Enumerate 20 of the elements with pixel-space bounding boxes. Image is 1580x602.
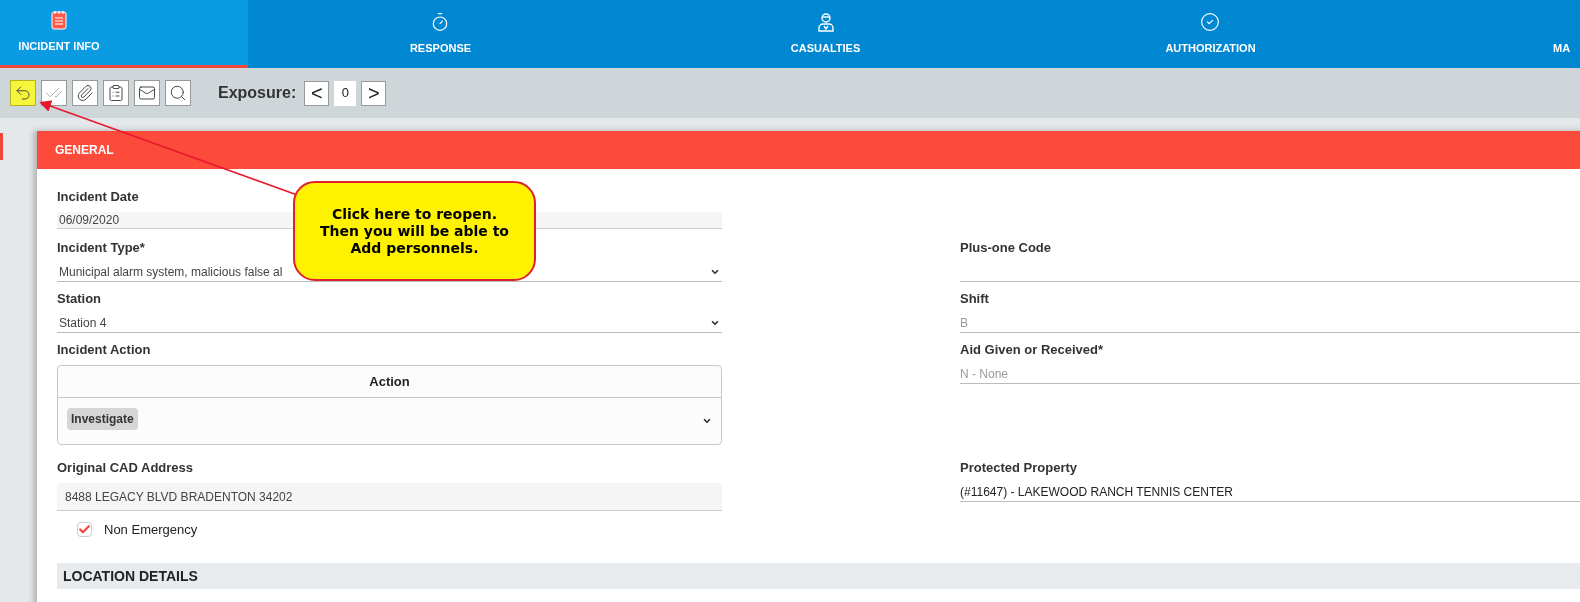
field-label: Original CAD Address <box>57 460 194 475</box>
field-label: Protected Property <box>960 460 1078 475</box>
field-label: Incident Date <box>57 189 139 204</box>
field-label: Incident Action <box>57 342 151 357</box>
checkbox-label: Non Emergency <box>104 521 198 539</box>
callout-text: Add personnels. <box>350 239 479 257</box>
callout-text: Then you will be able to <box>320 222 509 240</box>
exposure-value: 0 <box>334 80 357 106</box>
section-header: LOCATION DETAILS <box>57 563 1580 589</box>
section-header: GENERAL <box>37 131 1580 169</box>
field-label: Station <box>57 291 102 306</box>
field-label: Shift <box>960 291 989 306</box>
column-header: Action <box>58 366 721 398</box>
text-field: N - None <box>960 365 1580 384</box>
field-label: Incident Type* <box>57 240 145 255</box>
field-label: Aid Given or Received* <box>960 342 1104 357</box>
exposure-label: Exposure: <box>218 83 297 103</box>
callout-text: Click here to reopen. <box>331 205 498 223</box>
field-label: Plus-one Code <box>960 240 1051 255</box>
text-field: B <box>960 314 1580 333</box>
